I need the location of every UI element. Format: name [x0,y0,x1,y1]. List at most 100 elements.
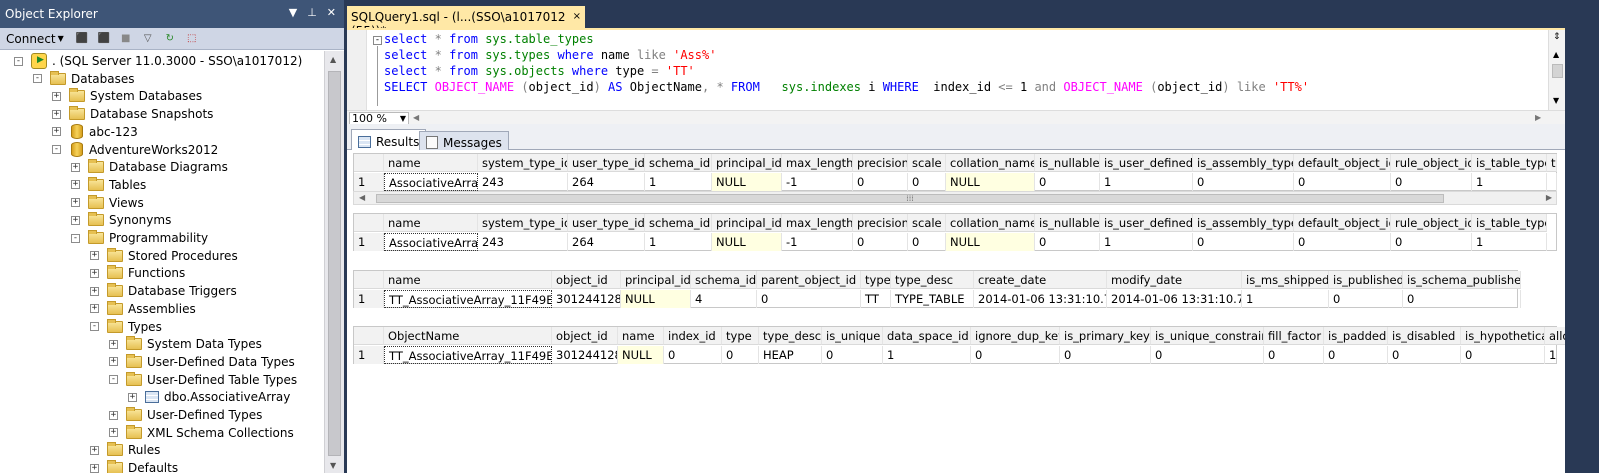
column-header[interactable]: is_user_defined [1100,214,1193,232]
column-header[interactable]: scale [908,154,946,172]
tree-node[interactable]: - Programmability [71,229,208,247]
grid-cell[interactable]: 264 [568,173,645,191]
collapse-icon[interactable]: - [71,233,80,243]
grid-cell[interactable]: 0 [757,290,861,308]
grid-cell[interactable]: AssociativeArray [384,233,478,251]
tree-node[interactable]: - User-Defined Table Types [109,371,297,389]
column-header[interactable]: principal_id [712,214,782,232]
grid-cell[interactable]: AssociativeArray [384,173,478,191]
column-header[interactable]: type_desc [759,327,822,345]
tree-node[interactable]: + Defaults [90,459,178,473]
grid-cell[interactable]: 0 [1391,173,1472,191]
grid-cell[interactable]: 0 [1060,346,1151,364]
column-header[interactable]: modify_date [1107,271,1242,289]
grid-cell[interactable]: TT_AssociativeArray_11F49EE0 [384,346,552,364]
grid-cell[interactable]: 1 [1100,173,1193,191]
column-header[interactable]: parent_object_id [757,271,861,289]
column-header[interactable]: name [618,327,664,345]
tree-node[interactable]: - Databases [33,70,135,88]
column-header[interactable]: is_schema_published [1403,271,1521,289]
column-header[interactable]: create_date [974,271,1107,289]
column-header[interactable]: default_object_id [1294,214,1391,232]
column-header[interactable]: system_type_id [478,154,568,172]
grid-cell[interactable]: 2014-01-06 13:31:10.710 [1107,290,1242,308]
expand-icon[interactable]: + [90,251,99,261]
expand-icon[interactable]: + [90,286,99,296]
column-header[interactable]: is_hypothetical [1461,327,1545,345]
query-document-tab[interactable]: SQLQuery1.sql - (l...(SSO\a1017012 (55))… [347,6,585,38]
scroll-down-arrow-icon[interactable]: ▼ [1553,96,1559,105]
connect-button[interactable]: Connect ▼ [6,32,64,46]
expand-icon[interactable]: + [71,162,80,172]
collapse-icon[interactable]: - [52,145,61,154]
grid-cell[interactable]: 0 [1151,346,1264,364]
result-grid-3[interactable]: name object_id principal_id schema_id parent… [353,270,1521,308]
refresh-icon[interactable]: ↻ [162,31,178,47]
tree-node[interactable]: - Types [90,318,162,336]
grid-cell[interactable]: NULL [618,346,664,364]
column-header[interactable]: scale [908,214,946,232]
scroll-left-arrow-icon[interactable]: ◀ [359,193,365,202]
tree-vertical-scrollbar[interactable]: ▲ ▼ [324,51,344,473]
result-grid-2[interactable]: name system_type_id user_type_id schema_id p… [353,213,1557,251]
grid-cell[interactable]: 1 [645,173,712,191]
column-header[interactable]: ObjectName [384,327,552,345]
grid-horizontal-scrollbar[interactable]: ◀ ⁞⁞⁞ ▶ [353,191,1557,205]
pin-icon[interactable]: ⊥ [307,6,317,19]
tree-node[interactable]: + Synonyms [71,211,171,229]
grid-cell[interactable]: 1 [1242,290,1329,308]
grid-cell[interactable]: 0 [1193,233,1294,251]
code-line-2[interactable]: select * from sys.types where name like … [384,48,716,62]
column-header[interactable]: is_nullable [1035,214,1100,232]
grid-cell[interactable]: 1 [883,346,971,364]
expand-icon[interactable]: + [109,357,118,367]
column-header[interactable]: data_space_id [883,327,971,345]
grid-cell[interactable]: 2014-01-06 13:31:10.710 [974,290,1107,308]
scroll-up-arrow-icon[interactable]: ▲ [1553,50,1559,59]
code-line-3[interactable]: select * from sys.objects where type = '… [384,64,695,78]
disconnect-icon[interactable]: ⬛ [96,31,112,47]
row-number[interactable]: 1 [354,346,384,364]
tree-node[interactable]: + System Data Types [109,335,262,353]
column-header[interactable]: rule_object_id [1391,214,1472,232]
column-header[interactable]: user_type_id [568,154,645,172]
grid-cell[interactable]: 4 [691,290,757,308]
result-grid-4[interactable]: ObjectName object_id name index_id type type_… [353,326,1575,364]
grid-cell[interactable]: 0 [1294,173,1391,191]
collapse-icon[interactable]: - [14,56,23,66]
column-header[interactable]: is_padded [1324,327,1388,345]
code-line-1[interactable]: select * from sys.table_types [384,32,594,46]
scrollbar-thumb[interactable] [1552,64,1563,78]
expand-icon[interactable]: + [90,304,99,314]
filter-icon[interactable]: ▽ [140,31,156,47]
grid-cell[interactable]: -1 [782,173,853,191]
column-header[interactable]: is_disabled [1388,327,1461,345]
tree-node[interactable]: - AdventureWorks2012 [52,141,218,159]
grid-cell[interactable]: 0 [853,233,908,251]
collapse-icon[interactable]: - [109,375,118,385]
grid-cell[interactable]: 0 [1193,173,1294,191]
tree-node[interactable]: + abc-123 [52,123,138,141]
grid-cell[interactable]: HEAP [759,346,822,364]
column-header[interactable]: schema_id [645,154,712,172]
tree-node[interactable]: + Assemblies [90,300,196,318]
grid-cell[interactable]: 301244128 [552,346,618,364]
collapse-region-icon[interactable]: - [373,36,382,45]
expand-icon[interactable]: + [52,109,61,119]
result-grid-1[interactable]: name system_type_id user_type_id schema_id p… [353,153,1557,191]
column-header[interactable]: collation_name [946,154,1035,172]
column-header[interactable]: principal_id [621,271,691,289]
stop-icon[interactable]: ■ [118,31,134,47]
close-icon[interactable]: ✕ [327,6,336,19]
grid-cell[interactable]: NULL [946,173,1035,191]
expand-icon[interactable]: + [52,127,61,137]
grid-cell[interactable]: 0 [853,173,908,191]
column-header[interactable]: ignore_dup_key [971,327,1060,345]
expand-icon[interactable]: + [52,91,61,101]
editor-vertical-scrollbar[interactable]: ⇕ ▲ ▼ [1548,30,1565,110]
column-header[interactable]: type [722,327,759,345]
grid-cell[interactable]: 1 [1472,233,1547,251]
column-header[interactable]: system_type_id [478,214,568,232]
tree-node[interactable]: + Database Snapshots [52,105,213,123]
tree-node[interactable]: - . (SQL Server 11.0.3000 - SSO\a1017012) [14,52,302,70]
